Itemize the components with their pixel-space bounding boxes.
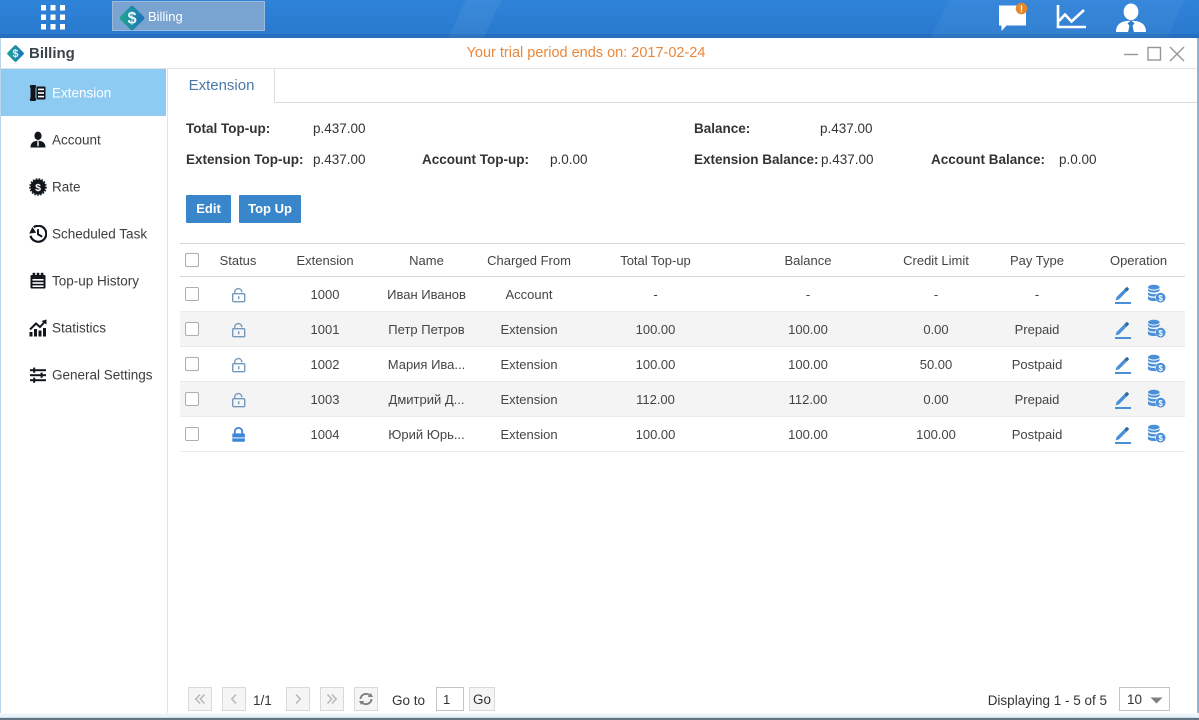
svg-text:$: $ [1158, 364, 1163, 373]
svg-text:$: $ [1158, 399, 1163, 408]
svg-text:$: $ [1158, 329, 1163, 338]
svg-text:!: ! [1020, 4, 1023, 15]
svg-text:$: $ [1158, 294, 1163, 303]
svg-text:$: $ [127, 10, 136, 28]
svg-text:$: $ [1158, 434, 1163, 443]
svg-text:$: $ [35, 181, 41, 193]
